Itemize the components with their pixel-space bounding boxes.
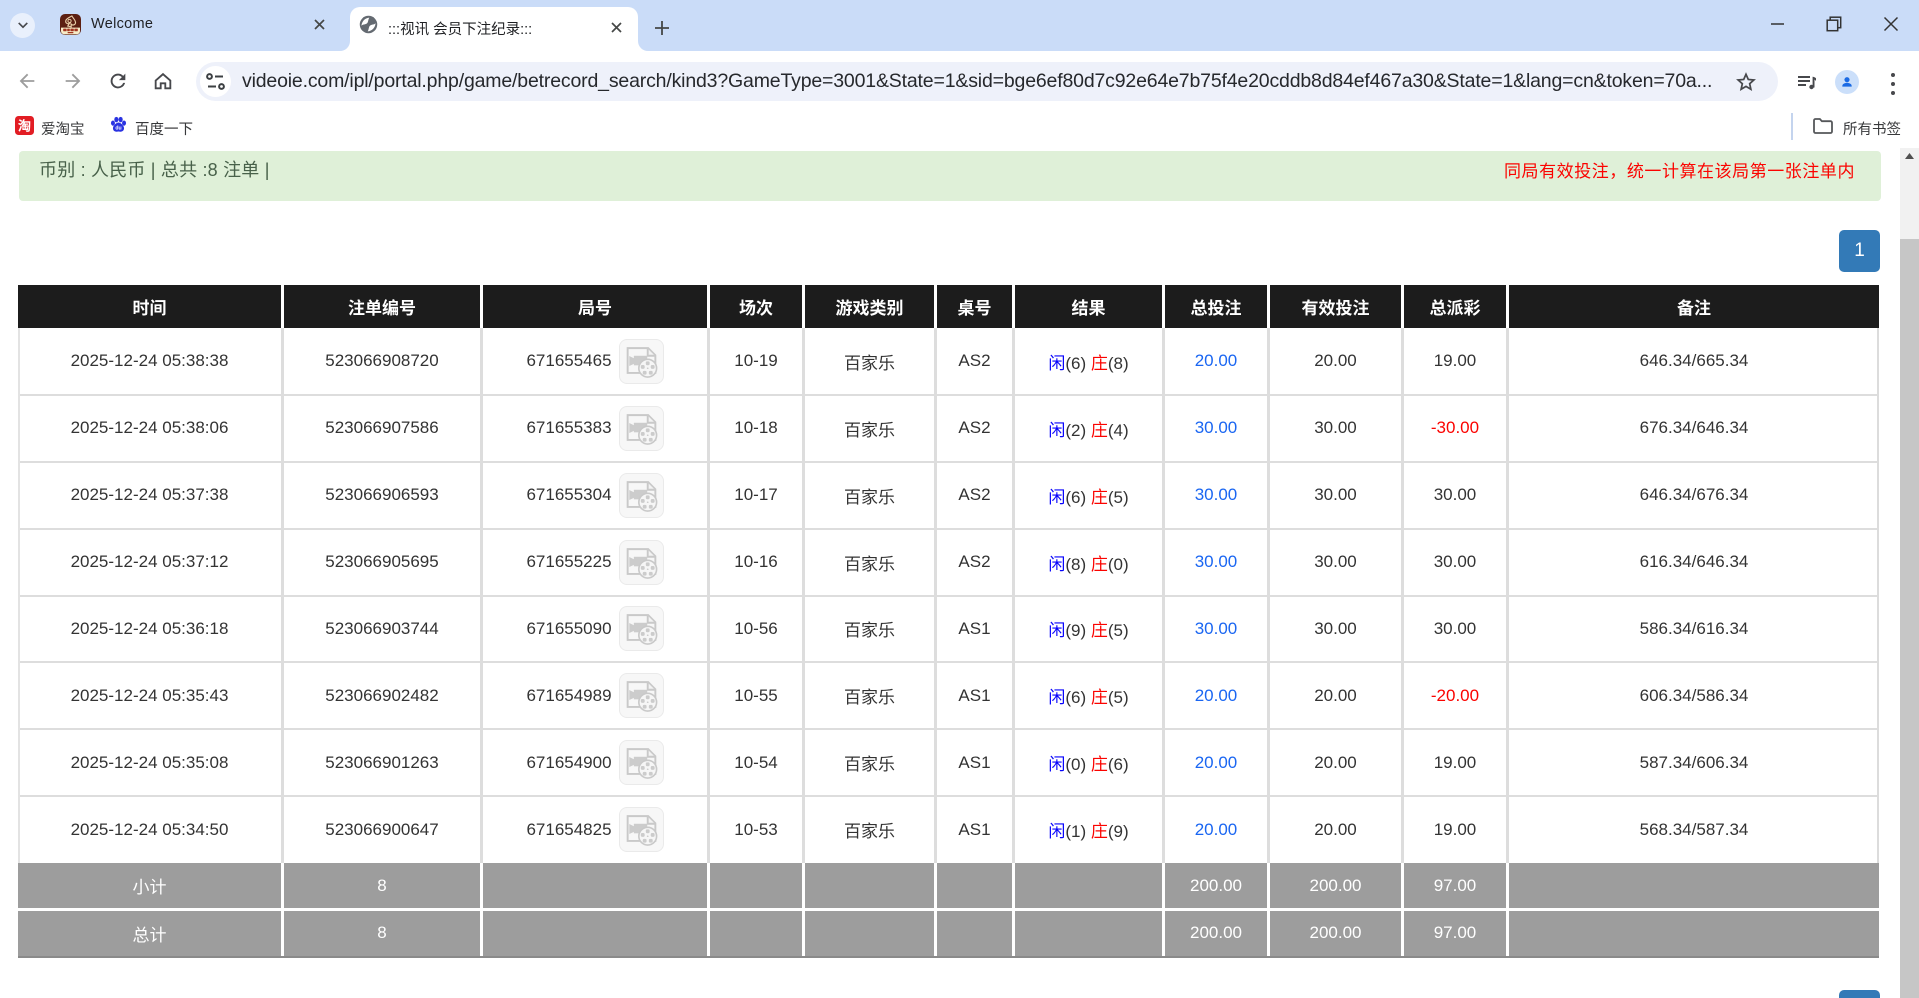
svg-text:du: du [115,126,121,132]
svg-text:淘: 淘 [18,116,31,135]
